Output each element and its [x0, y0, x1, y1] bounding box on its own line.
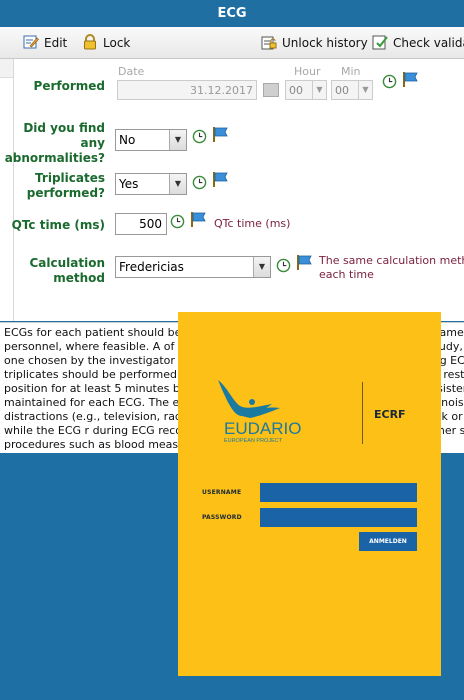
edit-label: Edit	[44, 36, 68, 50]
edit-button[interactable]: Edit	[23, 33, 67, 53]
chevron-down-icon: ▼	[358, 81, 372, 99]
eudario-logo: EUDARIO EUROPEAN PROJECT	[218, 380, 301, 444]
qtc-unit-note: QTc time (ms)	[214, 217, 291, 230]
chevron-down-icon: ▼	[169, 130, 186, 150]
flag-icon[interactable]	[402, 71, 420, 88]
check-validation-label: Check validati	[393, 36, 464, 50]
lock-button[interactable]: Lock	[82, 33, 130, 53]
calculation-note: The same calculation metho each time	[319, 254, 464, 281]
ecg-form: Performed Date Hour Min 31.12.2017 00 ▼ 0…	[0, 59, 464, 321]
history-icon[interactable]	[170, 214, 185, 229]
abnormalities-value: No	[119, 133, 136, 147]
min-caption: Min	[341, 65, 361, 78]
unlock-history-label: Unlock history	[282, 36, 368, 50]
abnormalities-label: Did you find any abnormalities?	[4, 121, 105, 165]
username-label: USERNAME	[202, 489, 242, 496]
hour-value: 00	[289, 84, 303, 97]
minute-value: 00	[335, 84, 349, 97]
calculation-select[interactable]: Fredericias ▼	[115, 256, 271, 278]
unlock-history-button[interactable]: Unlock history	[261, 33, 368, 53]
abnormalities-select[interactable]: No ▼	[115, 129, 187, 151]
logo-divider	[362, 382, 363, 444]
window-title: ECG	[0, 0, 464, 27]
performed-label: Performed	[33, 79, 105, 93]
check-validation-icon	[372, 35, 388, 50]
qtc-input[interactable]: 500	[115, 213, 167, 235]
triplicates-select[interactable]: Yes ▼	[115, 173, 187, 195]
lock-icon	[84, 34, 96, 50]
password-label: PASSWORD	[202, 514, 242, 521]
app-name: ECRF	[374, 408, 406, 421]
username-field[interactable]	[260, 483, 417, 502]
calendar-icon[interactable]	[263, 83, 279, 97]
lock-label: Lock	[103, 36, 131, 50]
calculation-value: Fredericias	[119, 260, 184, 274]
edit-icon	[23, 35, 39, 49]
left-strip	[0, 59, 14, 321]
flag-icon[interactable]	[212, 171, 230, 188]
hour-caption: Hour	[294, 65, 321, 78]
flag-icon[interactable]	[296, 254, 314, 271]
chevron-down-icon: ▼	[253, 257, 270, 277]
login-button[interactable]: ANMELDEN	[359, 532, 417, 551]
svg-text:EUDARIO: EUDARIO	[224, 419, 301, 438]
minute-select[interactable]: 00 ▼	[331, 80, 373, 100]
check-validation-button[interactable]: Check validati	[372, 33, 464, 53]
triplicates-label: Triplicates performed?	[26, 171, 105, 200]
performed-date-field[interactable]: 31.12.2017	[117, 80, 257, 100]
calculation-label: Calculation method	[29, 256, 105, 285]
date-caption: Date	[118, 65, 145, 78]
history-icon[interactable]	[192, 175, 207, 190]
history-icon[interactable]	[382, 74, 397, 89]
toolbar: Edit Lock Unlock history Check validati	[0, 27, 464, 59]
history-unlock-icon	[261, 36, 277, 50]
history-icon[interactable]	[276, 258, 291, 273]
qtc-label: QTc time (ms)	[11, 218, 105, 232]
chevron-down-icon: ▼	[169, 174, 186, 194]
flag-icon[interactable]	[212, 126, 230, 143]
svg-text:EUROPEAN PROJECT: EUROPEAN PROJECT	[224, 438, 283, 444]
login-overlay: EUDARIO EUROPEAN PROJECT ECRF USERNAME P…	[178, 312, 441, 676]
hour-select[interactable]: 00 ▼	[285, 80, 327, 100]
chevron-down-icon: ▼	[312, 81, 326, 99]
password-field[interactable]	[260, 508, 417, 527]
history-icon[interactable]	[192, 129, 207, 144]
flag-icon[interactable]	[190, 211, 208, 228]
triplicates-value: Yes	[119, 177, 139, 191]
